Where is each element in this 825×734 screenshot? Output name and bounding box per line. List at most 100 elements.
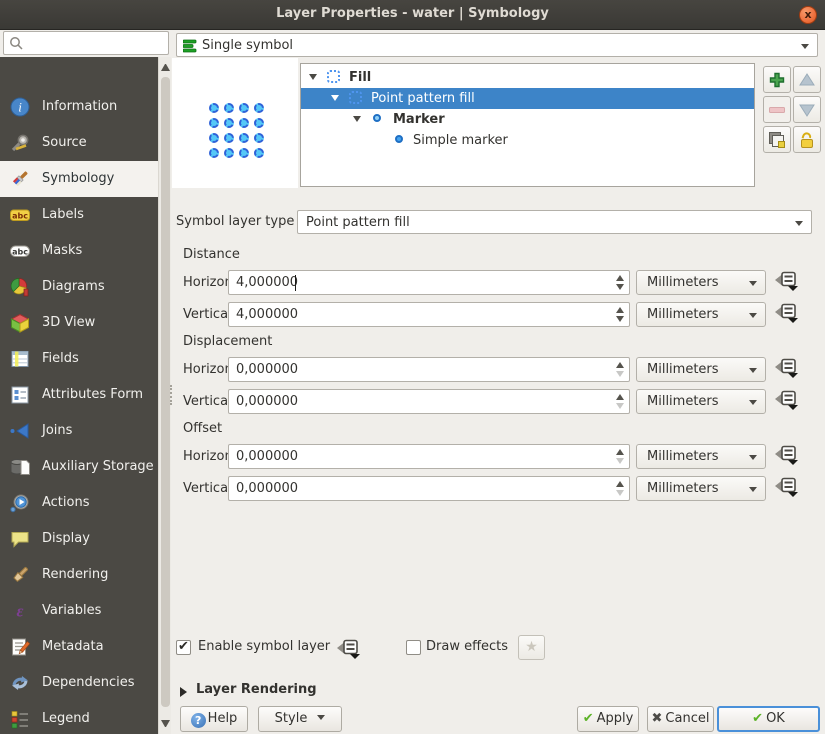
distance-horizontal-unit-combo[interactable]: Millimeters — [636, 270, 766, 295]
sidebar-item-symbology[interactable]: Symbology — [0, 161, 158, 197]
apply-button[interactable]: ✔Apply — [577, 706, 639, 732]
displacement-vertical-label: Vertical — [183, 394, 232, 409]
sidebar-item-joins[interactable]: Joins — [0, 413, 158, 449]
scroll-up-icon[interactable] — [161, 62, 170, 71]
sidebar-item-source[interactable]: Source — [0, 125, 158, 161]
draw-effects-label: Draw effects — [426, 639, 508, 654]
add-symbol-layer-button[interactable] — [763, 66, 791, 93]
data-defined-override-button[interactable] — [774, 389, 801, 413]
data-defined-override-button[interactable] — [774, 302, 801, 326]
chevron-down-icon — [749, 455, 757, 460]
expander-icon[interactable] — [331, 95, 339, 101]
data-defined-override-button[interactable] — [774, 357, 801, 381]
data-defined-override-button[interactable] — [336, 638, 363, 662]
3d-view-icon — [9, 312, 31, 334]
spinner-buttons[interactable] — [612, 358, 629, 381]
sidebar-item-variables[interactable]: ε Variables — [0, 593, 158, 629]
data-defined-icon — [774, 357, 800, 380]
enable-symbol-layer-label: Enable symbol layer — [198, 639, 330, 654]
close-window-button[interactable]: x — [799, 6, 817, 24]
displacement-vertical-input[interactable]: 0,000000 — [228, 389, 630, 414]
sidebar-item-fields[interactable]: Fields — [0, 341, 158, 377]
data-defined-override-button[interactable] — [774, 270, 801, 294]
displacement-horizontal-unit-combo[interactable]: Millimeters — [636, 357, 766, 382]
duplicate-symbol-layer-button[interactable] — [763, 126, 791, 153]
splitter-handle[interactable] — [170, 385, 172, 405]
sidebar-item-labels[interactable]: abc Labels — [0, 197, 158, 233]
cancel-button[interactable]: ✖Cancel — [647, 706, 714, 732]
spinner-buttons[interactable] — [612, 303, 629, 326]
chevron-down-icon — [801, 44, 809, 49]
data-defined-icon — [774, 476, 800, 499]
svg-text:abc: abc — [12, 211, 28, 220]
display-icon — [9, 528, 31, 550]
distance-horizontal-input[interactable]: 4,000000 — [228, 270, 630, 295]
ok-button[interactable]: ✔OK — [717, 706, 820, 732]
checkmark-icon: ✔ — [178, 639, 189, 654]
displacement-vertical-unit-combo[interactable]: Millimeters — [636, 389, 766, 414]
help-icon: ? — [191, 713, 206, 728]
fields-icon — [9, 348, 31, 370]
data-defined-icon — [774, 444, 800, 467]
spinner-buttons[interactable] — [612, 477, 629, 500]
search-input[interactable] — [3, 31, 169, 55]
sidebar-item-information[interactable]: i Information — [0, 89, 158, 125]
dialog-body: Single symbol i Information Source — [0, 30, 825, 734]
tree-item-fill[interactable]: Fill — [301, 67, 754, 88]
window-title: Layer Properties - water | Symbology — [0, 6, 825, 21]
check-icon: ✔ — [583, 711, 594, 726]
tree-item-simple-marker[interactable]: Simple marker — [301, 130, 754, 151]
expander-icon[interactable] — [353, 116, 361, 122]
move-up-button[interactable] — [793, 66, 821, 93]
point-pattern-fill-icon — [349, 91, 362, 104]
enable-symbol-layer-checkbox[interactable]: ✔ — [176, 640, 191, 655]
distance-vertical-label: Vertical — [183, 307, 232, 322]
sidebar-item-3d-view[interactable]: 3D View — [0, 305, 158, 341]
sidebar-item-actions[interactable]: Actions — [0, 485, 158, 521]
data-defined-override-button[interactable] — [774, 476, 801, 500]
sidebar-item-dependencies[interactable]: Dependencies — [0, 665, 158, 701]
spinner-buttons[interactable] — [612, 445, 629, 468]
distance-vertical-unit-combo[interactable]: Millimeters — [636, 302, 766, 327]
data-defined-override-button[interactable] — [774, 444, 801, 468]
data-defined-icon — [774, 270, 800, 293]
distance-vertical-input[interactable]: 4,000000 — [228, 302, 630, 327]
sidebar-item-legend[interactable]: Legend — [0, 701, 158, 734]
draw-effects-checkbox[interactable] — [406, 640, 421, 655]
renderer-combo[interactable]: Single symbol — [176, 33, 818, 57]
actions-icon — [9, 492, 31, 514]
scrollbar-thumb[interactable] — [161, 77, 170, 707]
offset-vertical-input[interactable]: 0,000000 — [228, 476, 630, 501]
symbol-layer-type-combo[interactable]: Point pattern fill — [297, 210, 812, 234]
sidebar-item-metadata[interactable]: Metadata — [0, 629, 158, 665]
chevron-down-icon — [749, 487, 757, 492]
spinner-buttons[interactable] — [612, 390, 629, 413]
customize-effects-button[interactable]: ★ — [518, 635, 545, 660]
masks-icon: abc — [9, 240, 31, 262]
offset-vertical-unit-combo[interactable]: Millimeters — [636, 476, 766, 501]
distance-section-label: Distance — [183, 247, 240, 262]
sidebar-item-rendering[interactable]: Rendering — [0, 557, 158, 593]
remove-symbol-layer-button[interactable] — [763, 96, 791, 123]
sidebar-item-auxiliary-storage[interactable]: Auxiliary Storage — [0, 449, 158, 485]
expander-icon[interactable] — [309, 74, 317, 80]
displacement-horizontal-input[interactable]: 0,000000 — [228, 357, 630, 382]
lock-colors-button[interactable] — [793, 126, 821, 153]
scroll-down-icon[interactable] — [161, 720, 170, 729]
move-down-button[interactable] — [793, 96, 821, 123]
layer-rendering-expander-icon[interactable] — [180, 687, 187, 697]
titlebar[interactable]: Layer Properties - water | Symbology x — [0, 0, 825, 30]
tree-item-marker[interactable]: Marker — [301, 109, 754, 130]
sidebar-item-masks[interactable]: abc Masks — [0, 233, 158, 269]
offset-horizontal-input[interactable]: 0,000000 — [228, 444, 630, 469]
help-button[interactable]: ?Help — [180, 706, 248, 732]
layer-rendering-label[interactable]: Layer Rendering — [196, 682, 317, 697]
style-button[interactable]: Style — [258, 706, 342, 732]
sidebar-item-attributes-form[interactable]: Attributes Form — [0, 377, 158, 413]
sidebar-item-display[interactable]: Display — [0, 521, 158, 557]
offset-horizontal-unit-combo[interactable]: Millimeters — [636, 444, 766, 469]
spinner-buttons[interactable] — [612, 271, 629, 294]
sidebar-item-diagrams[interactable]: Diagrams — [0, 269, 158, 305]
marker-symbol-icon — [373, 114, 381, 122]
tree-item-point-pattern-fill[interactable]: Point pattern fill — [301, 88, 754, 109]
